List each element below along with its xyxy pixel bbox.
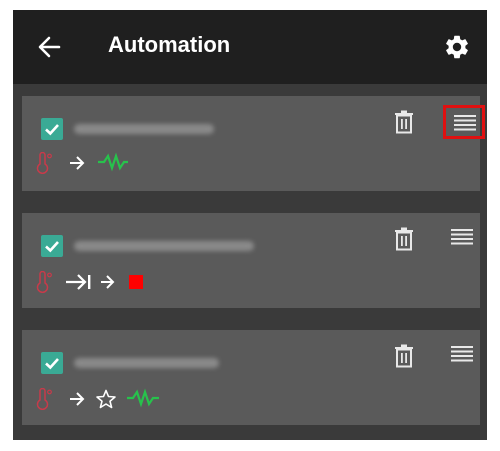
stop-red-icon [129,275,143,289]
trash-icon[interactable] [393,110,415,134]
automation-name-blurred [74,358,219,368]
temperature-icon [36,152,52,174]
automation-flow [36,388,159,410]
trash-icon[interactable] [393,227,415,251]
menu-icon [451,346,473,362]
automation-name-blurred [74,241,254,251]
arrow-right-icon [70,392,85,406]
automation-flow [36,152,128,174]
check-icon [45,241,59,253]
automation-screen: Automation [13,10,487,440]
wave-green-icon [127,388,159,408]
menu-icon [451,229,473,245]
check-icon [45,124,59,136]
automation-card[interactable] [22,96,485,191]
arrow-right-icon [101,275,115,289]
arrow-right-icon [70,156,85,170]
trash-icon[interactable] [393,344,415,368]
check-icon [45,358,59,370]
app-header: Automation [13,10,487,84]
enabled-checkbox[interactable] [41,118,63,140]
enabled-checkbox[interactable] [41,352,63,374]
temperature-icon [36,388,52,410]
star-outline-icon [96,389,116,409]
arrow-right-bar-icon [66,274,91,290]
automation-flow [36,271,143,293]
wave-green-icon [98,152,128,172]
enabled-checkbox[interactable] [41,235,63,257]
menu-icon [454,115,476,131]
reorder-menu-button[interactable] [443,339,485,373]
automation-card[interactable] [22,330,480,425]
temperature-icon [36,271,52,293]
reorder-menu-button[interactable] [443,222,485,256]
page-title: Automation [108,32,231,57]
reorder-menu-button[interactable] [443,105,485,139]
gear-icon[interactable] [443,33,471,61]
arrow-left-icon[interactable] [36,34,62,60]
automation-name-blurred [74,124,214,134]
automation-card[interactable] [22,213,480,308]
